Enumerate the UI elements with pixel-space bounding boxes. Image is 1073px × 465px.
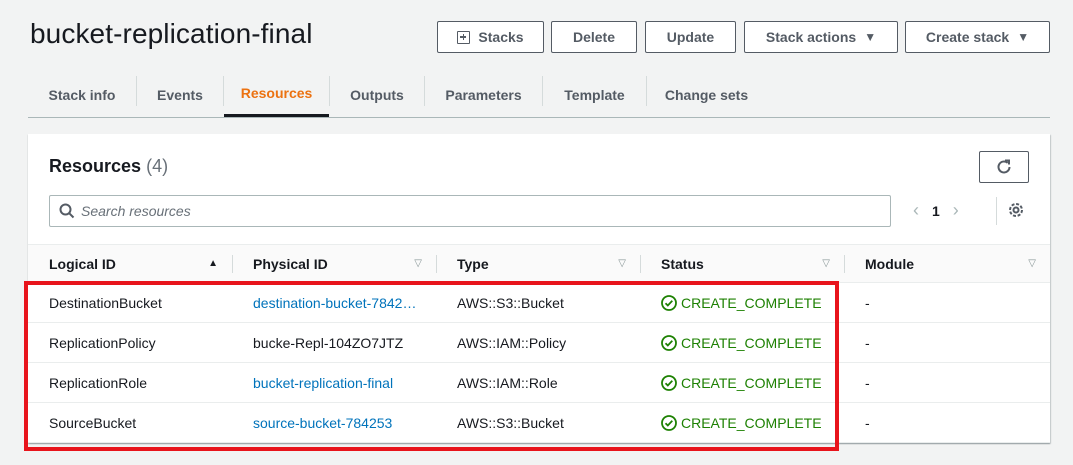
- search-input[interactable]: [81, 203, 861, 219]
- stacks-button[interactable]: Stacks: [437, 21, 544, 53]
- column-header-status[interactable]: Status ▽: [640, 244, 844, 283]
- resources-table: Logical ID ▲ Physical ID ▽ Type ▽ Status ▽ M…: [28, 244, 1050, 443]
- pagination: ‹ 1 ›: [913, 200, 959, 221]
- page-title: bucket-replication-final: [30, 18, 313, 49]
- type-cell: AWS::IAM::Policy: [436, 322, 640, 363]
- physical-id-link[interactable]: source-bucket-784253: [253, 415, 392, 431]
- sort-icon: ▽: [414, 258, 422, 269]
- create-stack-label: Create stack: [925, 29, 1010, 45]
- caret-down-icon: ▼: [864, 30, 877, 44]
- table-row: DestinationBucket destination-bucket-784…: [28, 282, 1050, 323]
- status-badge: CREATE_COMPLETE: [661, 415, 844, 431]
- sort-ascending-icon: ▲: [208, 258, 218, 269]
- sort-icon: ▽: [1028, 258, 1036, 269]
- stacks-button-label: Stacks: [478, 29, 524, 45]
- update-button-label: Update: [666, 29, 715, 45]
- column-header-logical-id[interactable]: Logical ID ▲: [28, 244, 232, 283]
- check-circle-icon: [661, 414, 677, 431]
- status-badge: CREATE_COMPLETE: [661, 335, 844, 351]
- column-header-module[interactable]: Module ▽: [844, 244, 1050, 283]
- gear-icon[interactable]: [1007, 201, 1025, 224]
- type-cell: AWS::IAM::Role: [436, 362, 640, 403]
- sort-icon: ▽: [618, 258, 626, 269]
- logical-id-cell: SourceBucket: [28, 402, 232, 443]
- column-header-physical-id[interactable]: Physical ID ▽: [232, 244, 436, 283]
- caret-down-icon: ▼: [1017, 30, 1030, 44]
- pager-divider: [996, 197, 997, 225]
- table-header-row: Logical ID ▲ Physical ID ▽ Type ▽ Status ▽ M…: [28, 244, 1050, 283]
- table-row: ReplicationRole bucket-replication-final…: [28, 362, 1050, 403]
- resources-heading: Resources (4): [49, 156, 168, 177]
- tab-bar: Stack info Events Resources Outputs Para…: [28, 72, 1050, 118]
- table-row: SourceBucket source-bucket-784253 AWS::S…: [28, 402, 1050, 443]
- logical-id-cell: DestinationBucket: [28, 282, 232, 323]
- plus-box-icon: [457, 30, 471, 44]
- module-cell: -: [844, 362, 1050, 403]
- sort-icon: ▽: [822, 258, 830, 269]
- module-cell: -: [844, 402, 1050, 443]
- page-number[interactable]: 1: [932, 203, 940, 219]
- module-cell: -: [844, 322, 1050, 363]
- delete-button-label: Delete: [572, 29, 616, 45]
- refresh-button[interactable]: [979, 151, 1029, 183]
- module-cell: -: [844, 282, 1050, 323]
- refresh-icon: [997, 159, 1011, 174]
- chevron-left-icon[interactable]: ‹: [913, 200, 919, 221]
- table-row: ReplicationPolicy bucke-Repl-104ZO7JTZ A…: [28, 322, 1050, 363]
- status-badge: CREATE_COMPLETE: [661, 375, 844, 391]
- stack-actions-label: Stack actions: [765, 29, 857, 45]
- tab-resources[interactable]: Resources: [224, 72, 329, 117]
- create-stack-button[interactable]: Create stack ▼: [905, 21, 1050, 53]
- tab-events[interactable]: Events: [137, 72, 223, 117]
- physical-id-text: bucke-Repl-104ZO7JTZ: [253, 335, 404, 352]
- logical-id-cell: ReplicationRole: [28, 362, 232, 403]
- resources-panel: Resources (4) ‹ 1 ›: [28, 134, 1050, 443]
- logical-id-cell: ReplicationPolicy: [28, 322, 232, 363]
- search-icon: [59, 203, 75, 219]
- resources-title: Resources: [49, 156, 142, 176]
- update-button[interactable]: Update: [645, 21, 736, 53]
- check-circle-icon: [661, 334, 677, 351]
- check-circle-icon: [661, 294, 677, 311]
- physical-id-link[interactable]: bucket-replication-final: [253, 375, 393, 391]
- type-cell: AWS::S3::Bucket: [436, 402, 640, 443]
- check-circle-icon: [661, 374, 677, 391]
- physical-id-link[interactable]: destination-bucket-784253: [253, 295, 417, 311]
- type-cell: AWS::S3::Bucket: [436, 282, 640, 323]
- tab-change-sets[interactable]: Change sets: [647, 72, 766, 117]
- stack-actions-button[interactable]: Stack actions ▼: [744, 21, 898, 53]
- tab-stack-info[interactable]: Stack info: [28, 72, 136, 117]
- tab-outputs[interactable]: Outputs: [330, 72, 424, 117]
- resources-count: (4): [146, 156, 169, 176]
- column-header-type[interactable]: Type ▽: [436, 244, 640, 283]
- tab-template[interactable]: Template: [543, 72, 646, 117]
- search-box[interactable]: [49, 195, 891, 227]
- status-badge: CREATE_COMPLETE: [661, 295, 844, 311]
- chevron-right-icon[interactable]: ›: [953, 200, 959, 221]
- tab-parameters[interactable]: Parameters: [425, 72, 542, 117]
- delete-button[interactable]: Delete: [551, 21, 637, 53]
